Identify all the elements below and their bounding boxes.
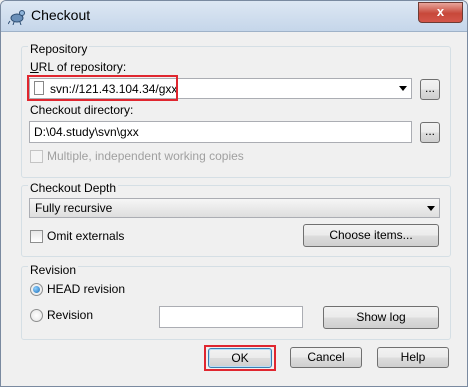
head-revision-radio[interactable] — [30, 283, 43, 296]
revision-label: Revision — [47, 308, 94, 322]
depth-selected: Fully recursive — [35, 201, 113, 215]
url-label-text: RL of repository: — [38, 60, 127, 74]
revision-group-title: Revision — [28, 263, 79, 277]
close-button[interactable]: x — [418, 2, 463, 23]
choose-items-button[interactable]: Choose items... — [303, 224, 439, 247]
revision-radio[interactable] — [30, 309, 43, 322]
dir-label-text: Checkout directory: — [30, 103, 134, 117]
url-label: URL of repository: — [30, 60, 127, 74]
chevron-down-icon[interactable] — [427, 206, 435, 211]
repository-group-title: Repository — [28, 42, 90, 56]
checkout-dialog: Checkout x Repository URL of repository:… — [0, 0, 468, 387]
ok-highlight — [204, 345, 276, 371]
multiple-copies-checkbox[interactable] — [30, 150, 43, 163]
revision-input[interactable] — [159, 306, 303, 328]
dir-label: Checkout directory: — [30, 103, 133, 117]
depth-group-title: Checkout Depth — [28, 181, 119, 195]
title-bar: Checkout x — [1, 1, 467, 32]
url-highlight — [27, 75, 178, 101]
browse-url-button[interactable]: ... — [420, 79, 440, 100]
chevron-down-icon[interactable] — [399, 86, 407, 91]
checkout-dir-value: D:\04.study\svn\gxx — [34, 125, 139, 139]
checkout-dir-input[interactable]: D:\04.study\svn\gxx — [29, 121, 412, 143]
help-button[interactable]: Help — [377, 347, 449, 368]
omit-externals-checkbox[interactable] — [30, 230, 43, 243]
multiple-copies-label: Multiple, independent working copies — [47, 149, 244, 163]
depth-select[interactable]: Fully recursive — [29, 198, 440, 218]
browse-dir-button[interactable]: ... — [420, 122, 440, 143]
head-revision-label: HEAD revision — [47, 282, 126, 296]
tortoisesvn-icon — [8, 10, 25, 25]
cancel-button[interactable]: Cancel — [290, 347, 362, 368]
close-icon: x — [436, 4, 445, 19]
show-log-button[interactable]: Show log — [323, 306, 439, 329]
omit-externals-label: Omit externals — [47, 229, 125, 243]
window-title: Checkout — [31, 7, 91, 23]
